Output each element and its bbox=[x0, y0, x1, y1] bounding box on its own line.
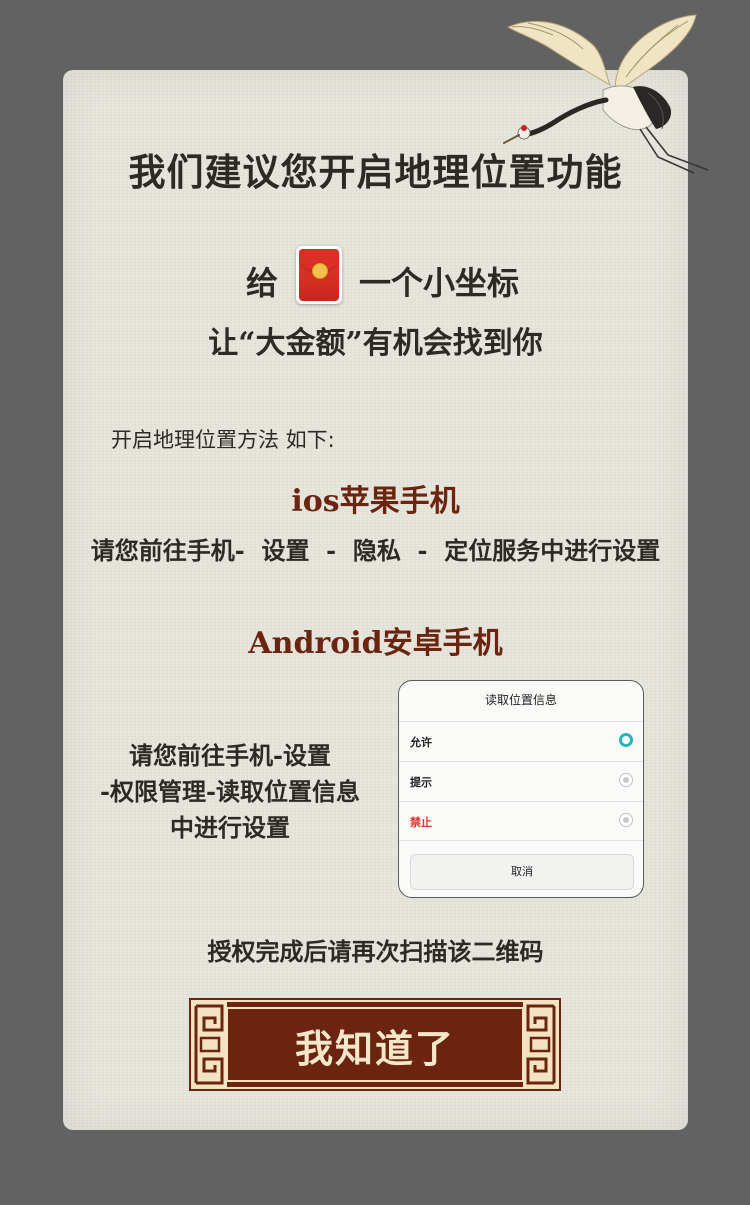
android-instruction-line: 中进行设置 bbox=[170, 813, 290, 842]
subtitle: 让“大金额”有机会找到你 bbox=[208, 326, 543, 361]
give-rest-text: 一个小坐标 bbox=[359, 264, 520, 302]
android-instruction-line: -权限管理-读取位置信息 bbox=[100, 777, 360, 806]
sample-cancel-button: 取消 bbox=[410, 854, 634, 890]
sample-dialog-title: 读取位置信息 bbox=[484, 693, 557, 707]
option-label: 禁止 bbox=[410, 816, 432, 829]
radio-unselected-icon bbox=[619, 813, 633, 827]
option-allow: 允许 bbox=[399, 721, 643, 761]
method-intro: 开启地理位置方法 如下: bbox=[111, 428, 335, 452]
divider bbox=[399, 840, 643, 841]
android-instruction-line: 请您前往手机-设置 bbox=[129, 741, 331, 770]
confirm-button-label: 我知道了 bbox=[294, 1026, 455, 1071]
option-label: 允许 bbox=[410, 736, 432, 749]
android-heading: Android安卓手机 bbox=[248, 626, 503, 661]
footer-note: 授权完成后请再次扫描该二维码 bbox=[207, 937, 544, 966]
red-packet-icon bbox=[296, 246, 342, 304]
ios-heading: ios苹果手机 bbox=[291, 484, 460, 519]
radio-unselected-icon bbox=[619, 773, 633, 787]
give-coordinate-line: 给 一个小坐标 bbox=[63, 246, 688, 306]
permission-card bbox=[63, 70, 688, 1130]
radio-selected-icon bbox=[619, 733, 633, 747]
page-title: 我们建议您开启地理位置功能 bbox=[128, 150, 623, 194]
ios-instructions: 请您前往手机- 设置 - 隐私 - 定位服务中进行设置 bbox=[90, 536, 661, 565]
option-deny: 禁止 bbox=[399, 801, 643, 841]
sample-permission-dialog: 读取位置信息 允许 提示 禁止 取消 bbox=[398, 680, 644, 898]
give-word: 给 bbox=[246, 264, 279, 302]
option-prompt: 提示 bbox=[399, 761, 643, 801]
option-label: 提示 bbox=[410, 776, 432, 789]
android-instructions: 请您前往手机-设置 -权限管理-读取位置信息 中进行设置 bbox=[90, 738, 370, 846]
confirm-button[interactable]: 我知道了 bbox=[189, 998, 561, 1091]
